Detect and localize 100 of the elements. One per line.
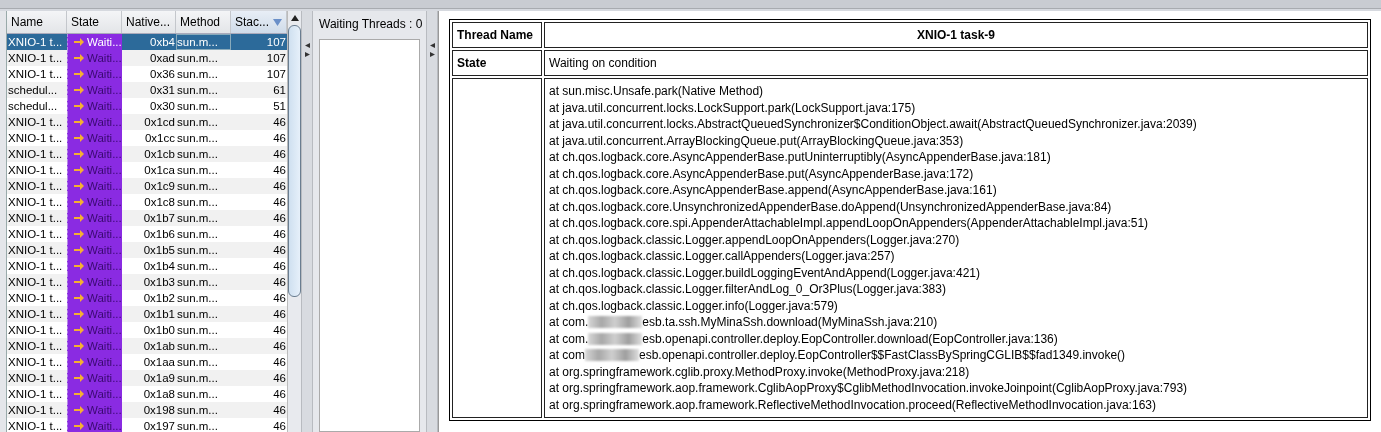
table-cell-text: 0x1b2 [142,291,176,306]
state-text: Waiti... [87,83,122,98]
column-header[interactable]: Native... [122,11,176,33]
table-cell-text: 0x1cb [143,147,176,162]
thread-row[interactable]: XNIO-1 t... Waiti... 0x36 sun.m... 107 [7,66,287,82]
thread-row[interactable]: XNIO-1 t... Waiti... 0xb4 sun.m... 107 [7,34,287,50]
thread-row[interactable]: XNIO-1 t... Waiti... 0x198 sun.m... 46 [7,402,287,418]
thread-row[interactable]: XNIO-1 t... Waiti... 0x1b4 sun.m... 46 [7,258,287,274]
table-cell-text: XNIO-1 t... [7,291,64,306]
thread-name-label: Thread Name [452,22,542,48]
table-cell-text: 46 [272,115,287,130]
waiting-threads-label: Waiting Threads : 0 [319,16,420,33]
scrollbar[interactable] [287,11,301,432]
table-cell-text: 0x1a9 [142,371,176,386]
table-cell-text: 46 [272,179,287,194]
thread-row[interactable]: XNIO-1 t... Waiti... 0x1ab sun.m... 46 [7,338,287,354]
state-text: Waiti... [87,355,122,370]
state-text: Waiti... [87,323,122,338]
state-text: Waiti... [87,227,122,242]
table-cell-text: 0x1ab [142,339,176,354]
splitter-arrows-icon[interactable] [304,43,310,57]
sort-descending-icon [273,18,282,26]
table-cell-text: XNIO-1 t... [7,35,64,50]
thread-row[interactable]: schedul... Waiti... 0x31 sun.m... 61 [7,82,287,98]
state-text: Waiti... [87,147,122,162]
state-text: Waiti... [87,275,122,290]
table-cell-text: 46 [272,371,287,386]
thread-row[interactable]: XNIO-1 t... Waiti... 0xad sun.m... 107 [7,50,287,66]
stack-frame-text: at java.util.concurrent.locks.LockSupport.park(LockSupport.java:175) [549,99,916,116]
stack-frame-text: at ch.qos.logback.core.spi.AppenderAttachableImpl.appendLoopOnAppenders(AppenderAttachableImpl.java:51) [549,215,1149,232]
table-cell-text: XNIO-1 t... [7,243,64,258]
table-cell-text: 0x1b1 [142,307,176,322]
thread-row[interactable]: XNIO-1 t... Waiti... 0x1a8 sun.m... 46 [7,386,287,402]
table-cell-text: XNIO-1 t... [7,387,64,402]
table-cell-text: sun.m... [176,83,219,98]
thread-row[interactable]: XNIO-1 t... Waiti... 0x1b2 sun.m... 46 [7,290,287,306]
table-cell-text: 0x1b0 [142,323,176,338]
stack-frame-text: esb.openapi.controller.deploy.EopController.download(EopController.java:136) [642,330,1058,347]
table-cell-text: 0x31 [149,83,176,98]
state-text: Waiti... [87,51,122,66]
thread-row[interactable]: XNIO-1 t... Waiti... 0x1cc sun.m... 46 [7,130,287,146]
table-cell-text: sun.m... [176,419,219,432]
table-cell-text: XNIO-1 t... [7,51,64,66]
table-cell-text: schedul... [7,83,59,98]
thread-row[interactable]: XNIO-1 t... Waiti... 0x1b3 sun.m... 46 [7,274,287,290]
table-cell-text: 46 [272,307,287,322]
state-text: Waiti... [87,131,122,146]
table-cell-text: 0x1cc [143,131,176,146]
thread-row[interactable]: XNIO-1 t... Waiti... 0x1b6 sun.m... 46 [7,226,287,242]
stack-frame-text: at ch.qos.logback.core.AsyncAppenderBase.putUninterruptibly(AsyncAppenderBase.java:181) [549,149,1051,166]
thread-row[interactable]: XNIO-1 t... Waiti... 0x197 sun.m... 46 [7,418,287,432]
thread-name-value: XNIO-1 task-9 [544,22,1368,48]
thread-row[interactable]: XNIO-1 t... Waiti... 0x1ca sun.m... 46 [7,162,287,178]
stack-frame-text: esb.ta.ssh.MyMinaSsh.download(MyMinaSsh.java:210) [642,314,938,331]
table-cell-text: schedul... [7,99,59,114]
thread-row[interactable]: XNIO-1 t... Waiti... 0x1b7 sun.m... 46 [7,210,287,226]
table-cell-text: XNIO-1 t... [7,67,64,82]
scroll-thumb[interactable] [288,25,301,297]
thread-row[interactable]: XNIO-1 t... Waiti... 0x1c8 sun.m... 46 [7,194,287,210]
table-cell-text: XNIO-1 t... [7,339,64,354]
table-cell-text: sun.m... [176,195,219,210]
thread-row[interactable]: XNIO-1 t... Waiti... 0x1aa sun.m... 46 [7,354,287,370]
table-cell-text: sun.m... [176,131,219,146]
thread-row[interactable]: XNIO-1 t... Waiti... 0x1a9 sun.m... 46 [7,370,287,386]
column-header[interactable]: Name [7,11,67,33]
state-text: Waiti... [87,211,122,226]
table-cell-text: 46 [272,259,287,274]
table-cell-text: sun.m... [176,99,219,114]
stack-frame-text: at org.springframework.aop.framework.CglibAopProxy$CglibMethodInvocation.invokeJoinpoint(CglibAopProxy.java:793) [549,380,1188,397]
table-cell-text: 0x197 [142,419,176,432]
table-cell-text: XNIO-1 t... [7,163,64,178]
table-cell-text: 0x1b6 [142,227,176,242]
table-cell-text: 107 [265,35,287,50]
state-value: Waiting on condition [544,50,1368,76]
table-cell-text: 107 [265,67,287,82]
thread-row[interactable]: XNIO-1 t... Waiti... 0x1b0 sun.m... 46 [7,322,287,338]
stack-frame-text: at java.util.concurrent.ArrayBlockingQueue.put(ArrayBlockingQueue.java:353) [549,132,964,149]
stack-frame-text: at com. [549,314,589,331]
thread-row[interactable]: XNIO-1 t... Waiti... 0x1b1 sun.m... 46 [7,306,287,322]
table-cell-text: 46 [272,147,287,162]
table-cell-text: 0x1c8 [143,195,176,210]
table-cell-text: 0xad [149,51,176,66]
thread-row[interactable]: XNIO-1 t... Waiti... 0x1cd sun.m... 46 [7,114,287,130]
thread-row[interactable]: XNIO-1 t... Waiti... 0x1c9 sun.m... 46 [7,178,287,194]
splitter-arrows-icon[interactable] [429,43,435,57]
table-cell-text: sun.m... [176,275,219,290]
table-cell-text: sun.m... [176,243,219,258]
table-cell-text: XNIO-1 t... [7,115,64,130]
state-text: Waiti... [87,195,122,210]
column-header[interactable]: Stac... [231,11,287,33]
stack-frame-text: at ch.qos.logback.classic.Logger.info(Logger.java:579) [549,297,838,314]
table-cell-text: sun.m... [176,163,219,178]
table-cell-text: 46 [272,339,287,354]
column-header[interactable]: State [67,11,122,33]
scroll-up-icon[interactable] [290,15,299,21]
thread-row[interactable]: schedul... Waiti... 0x30 sun.m... 51 [7,98,287,114]
thread-row[interactable]: XNIO-1 t... Waiti... 0x1cb sun.m... 46 [7,146,287,162]
table-cell-text: 0x198 [142,403,176,418]
thread-row[interactable]: XNIO-1 t... Waiti... 0x1b5 sun.m... 46 [7,242,287,258]
table-cell-text: 107 [265,51,287,66]
